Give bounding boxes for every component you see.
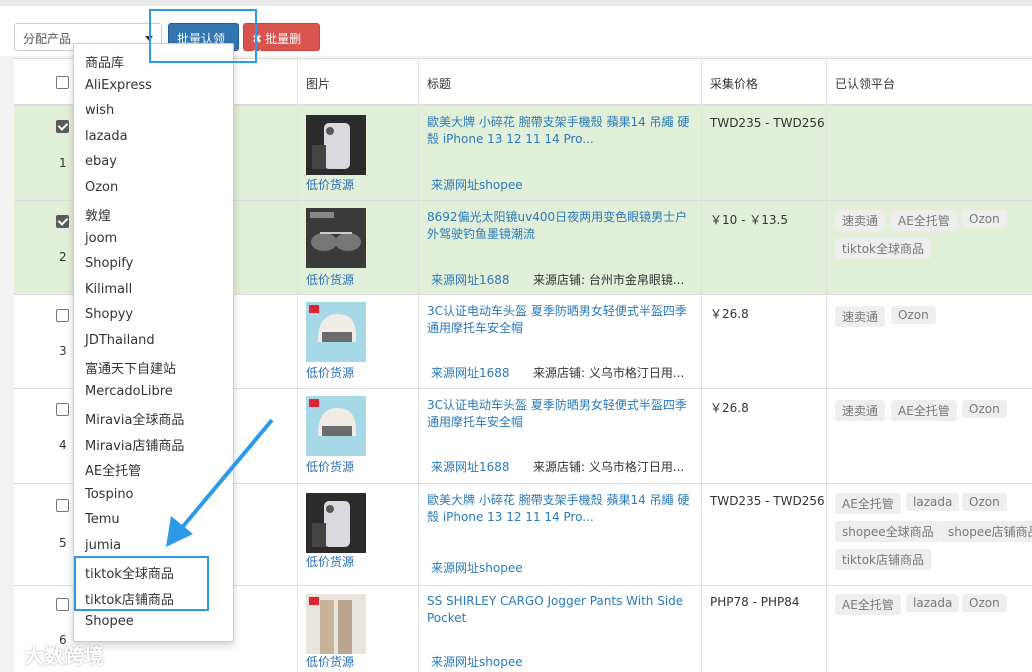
annotation-arrow-icon — [166, 418, 274, 547]
watermark: 大数跨境 — [24, 644, 104, 668]
